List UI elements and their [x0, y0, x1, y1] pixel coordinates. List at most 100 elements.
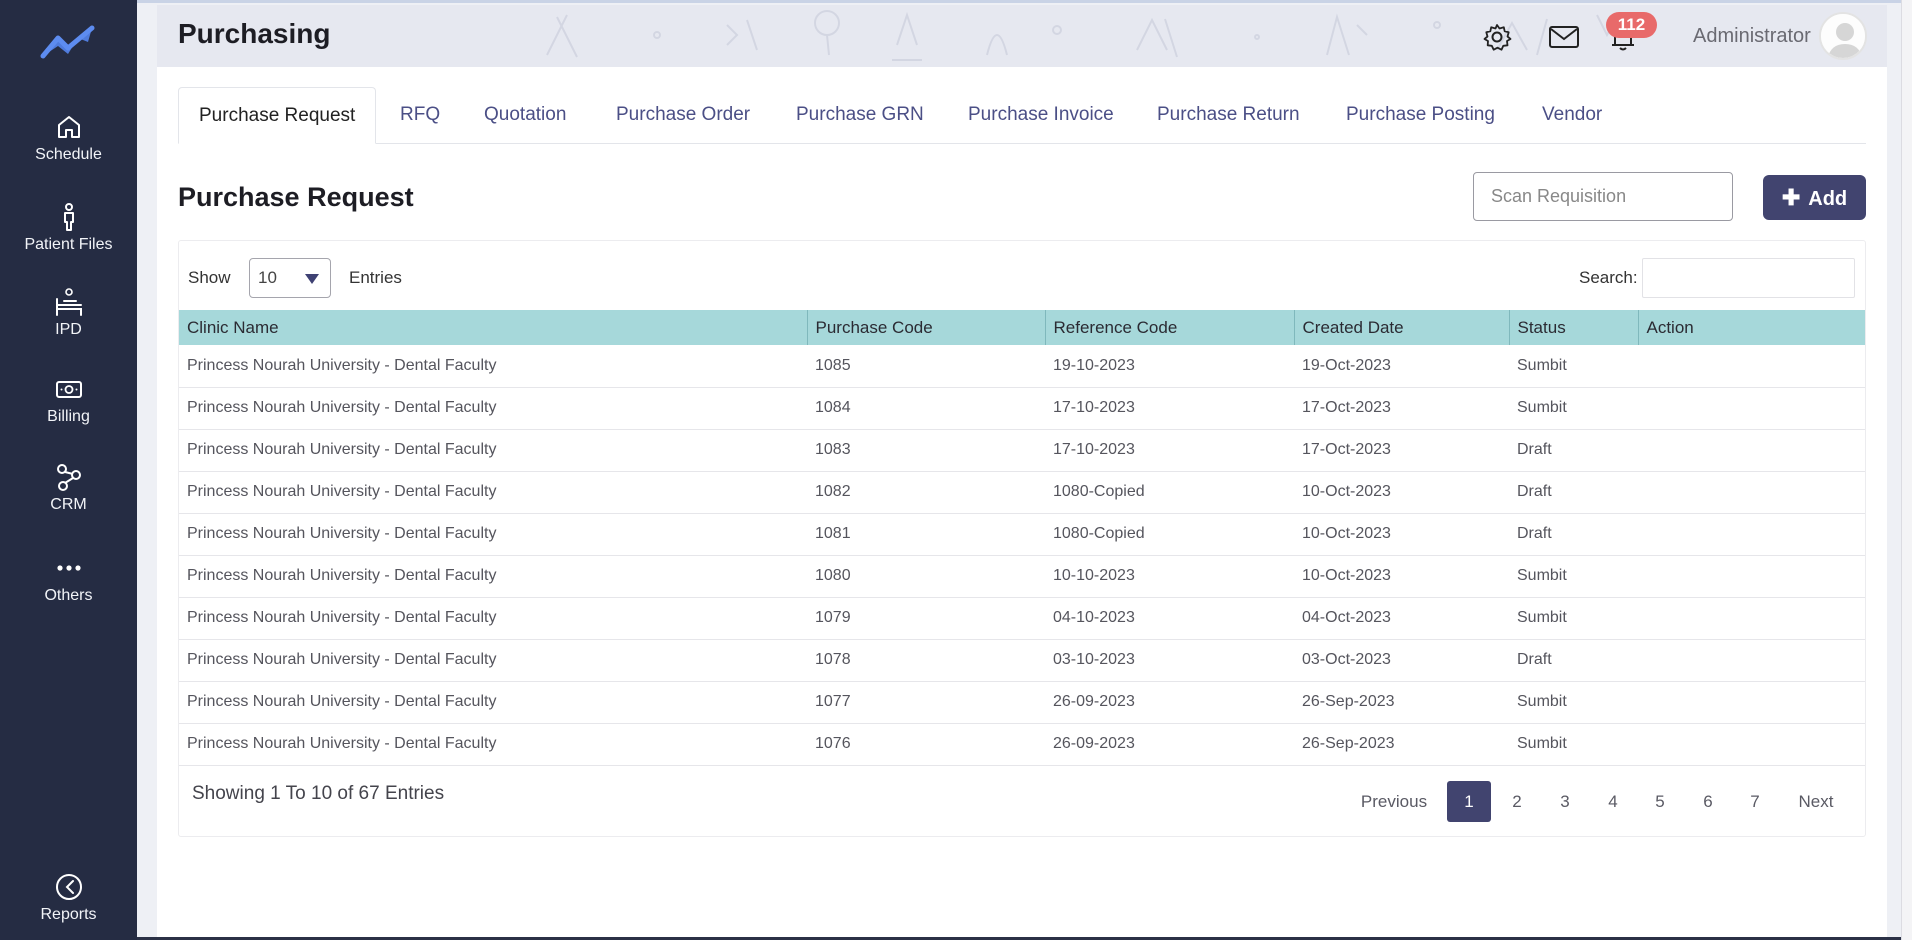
sidebar-item-schedule[interactable]: Schedule [0, 112, 137, 164]
cell-reference-code: 1080-Copied [1045, 471, 1294, 514]
purchasing-tabs: Purchase Request RFQ Quotation Purchase … [178, 87, 1866, 144]
cell-purchase-code: 1076 [807, 723, 1045, 766]
cell-action[interactable] [1638, 429, 1865, 472]
cell-reference-code: 17-10-2023 [1045, 387, 1294, 430]
sidebar-item-reports[interactable]: Reports [0, 872, 137, 924]
pagination-page-6[interactable]: 6 [1686, 781, 1730, 822]
sidebar-item-label: Others [44, 587, 93, 604]
tab-purchase-invoice[interactable]: Purchase Invoice [968, 87, 1114, 144]
sidebar-item-label: IPD [55, 321, 82, 338]
pagination-page-2[interactable]: 2 [1495, 781, 1539, 822]
avatar[interactable] [1819, 12, 1867, 60]
table-row[interactable]: Princess Nourah University - Dental Facu… [179, 723, 1865, 766]
sidebar-item-label: Schedule [35, 146, 102, 163]
sidebar-item-billing[interactable]: Billing [0, 374, 137, 426]
top-header: Purchasing 112 Administrator [157, 5, 1887, 67]
window-scrollbar[interactable] [1901, 0, 1912, 940]
scan-requisition-input[interactable] [1473, 172, 1733, 221]
table-row[interactable]: Princess Nourah University - Dental Facu… [179, 345, 1865, 388]
cell-status: Draft [1509, 639, 1638, 682]
cell-created-date: 04-Oct-2023 [1294, 597, 1509, 640]
pagination-page-1[interactable]: 1 [1447, 781, 1491, 822]
column-header-created-date[interactable]: Created Date [1294, 310, 1510, 345]
cell-clinic-name: Princess Nourah University - Dental Facu… [179, 345, 807, 388]
cell-purchase-code: 1085 [807, 345, 1045, 388]
user-name[interactable]: Administrator [1693, 25, 1811, 48]
sidebar-item-label: Billing [47, 408, 90, 425]
cell-clinic-name: Princess Nourah University - Dental Facu… [179, 597, 807, 640]
cell-action[interactable] [1638, 345, 1865, 388]
tab-rfq[interactable]: RFQ [400, 87, 440, 144]
table-row[interactable]: Princess Nourah University - Dental Facu… [179, 513, 1865, 556]
table-row[interactable]: Princess Nourah University - Dental Facu… [179, 387, 1865, 430]
gear-icon[interactable] [1481, 21, 1513, 53]
page-size-value: 10 [258, 268, 277, 287]
pagination-page-7[interactable]: 7 [1733, 781, 1777, 822]
cell-created-date: 26-Sep-2023 [1294, 723, 1509, 766]
column-header-purchase-code[interactable]: Purchase Code [807, 310, 1046, 345]
avatar-placeholder-icon [1821, 14, 1865, 58]
tab-purchase-posting[interactable]: Purchase Posting [1346, 87, 1495, 144]
mail-icon[interactable] [1548, 21, 1580, 53]
app-logo-icon[interactable] [40, 22, 96, 62]
cell-clinic-name: Princess Nourah University - Dental Facu… [179, 723, 807, 766]
show-label: Show [188, 268, 231, 287]
pagination-next[interactable]: Next [1790, 781, 1842, 822]
cell-action[interactable] [1638, 471, 1865, 514]
tab-purchase-order[interactable]: Purchase Order [616, 87, 750, 144]
sidebar-item-ipd[interactable]: IPD [0, 287, 137, 339]
cell-created-date: 26-Sep-2023 [1294, 681, 1509, 724]
table-row[interactable]: Princess Nourah University - Dental Facu… [179, 639, 1865, 682]
column-header-reference-code[interactable]: Reference Code [1045, 310, 1295, 345]
cell-created-date: 10-Oct-2023 [1294, 471, 1509, 514]
pagination-previous[interactable]: Previous [1351, 781, 1437, 822]
cell-status: Draft [1509, 471, 1638, 514]
table-row[interactable]: Princess Nourah University - Dental Facu… [179, 681, 1865, 724]
tab-purchase-request[interactable]: Purchase Request [178, 87, 377, 144]
cell-clinic-name: Princess Nourah University - Dental Facu… [179, 555, 807, 598]
cell-action[interactable] [1638, 723, 1865, 766]
sidebar-item-others[interactable]: Others [0, 553, 137, 605]
cell-action[interactable] [1638, 597, 1865, 640]
column-header-status[interactable]: Status [1509, 310, 1639, 345]
reports-icon [55, 874, 82, 900]
pagination-page-5[interactable]: 5 [1638, 781, 1682, 822]
cell-action[interactable] [1638, 387, 1865, 430]
cell-action[interactable] [1638, 555, 1865, 598]
entries-label: Entries [349, 268, 402, 287]
cell-action[interactable] [1638, 681, 1865, 724]
confetti-pattern-decoration [546, 10, 1618, 61]
cell-clinic-name: Princess Nourah University - Dental Facu… [179, 681, 807, 724]
page-size-select[interactable]: 10 [249, 258, 331, 298]
cell-status: Draft [1509, 429, 1638, 472]
search-input[interactable] [1642, 258, 1855, 298]
column-header-action[interactable]: Action [1638, 310, 1865, 345]
cell-reference-code: 04-10-2023 [1045, 597, 1294, 640]
tab-quotation[interactable]: Quotation [484, 87, 566, 144]
cell-action[interactable] [1638, 639, 1865, 682]
tab-purchase-grn[interactable]: Purchase GRN [796, 87, 924, 144]
table-row[interactable]: Princess Nourah University - Dental Facu… [179, 429, 1865, 472]
pagination-page-3[interactable]: 3 [1543, 781, 1587, 822]
cell-clinic-name: Princess Nourah University - Dental Facu… [179, 429, 807, 472]
sidebar-item-patient-files[interactable]: Patient Files [0, 202, 137, 254]
person-icon [63, 203, 74, 231]
add-button[interactable]: ✚ Add [1763, 175, 1866, 220]
pagination-page-4[interactable]: 4 [1591, 781, 1635, 822]
table-row[interactable]: Princess Nourah University - Dental Facu… [179, 597, 1865, 640]
tab-purchase-return[interactable]: Purchase Return [1157, 87, 1300, 144]
table-row[interactable]: Princess Nourah University - Dental Facu… [179, 555, 1865, 598]
cell-purchase-code: 1078 [807, 639, 1045, 682]
sidebar-item-crm[interactable]: CRM [0, 462, 137, 514]
sidebar-item-label: Reports [40, 906, 97, 923]
tab-vendor[interactable]: Vendor [1542, 87, 1602, 144]
column-header-clinic-name[interactable]: Clinic Name [179, 310, 808, 345]
cell-action[interactable] [1638, 513, 1865, 556]
cell-reference-code: 10-10-2023 [1045, 555, 1294, 598]
page-title: Purchase Request [178, 182, 414, 212]
table-row[interactable]: Princess Nourah University - Dental Facu… [179, 471, 1865, 514]
table-header-row: Clinic Name Purchase Code Reference Code… [179, 310, 1865, 345]
add-button-label: Add [1808, 187, 1848, 210]
cell-created-date: 10-Oct-2023 [1294, 513, 1509, 556]
cell-created-date: 03-Oct-2023 [1294, 639, 1509, 682]
